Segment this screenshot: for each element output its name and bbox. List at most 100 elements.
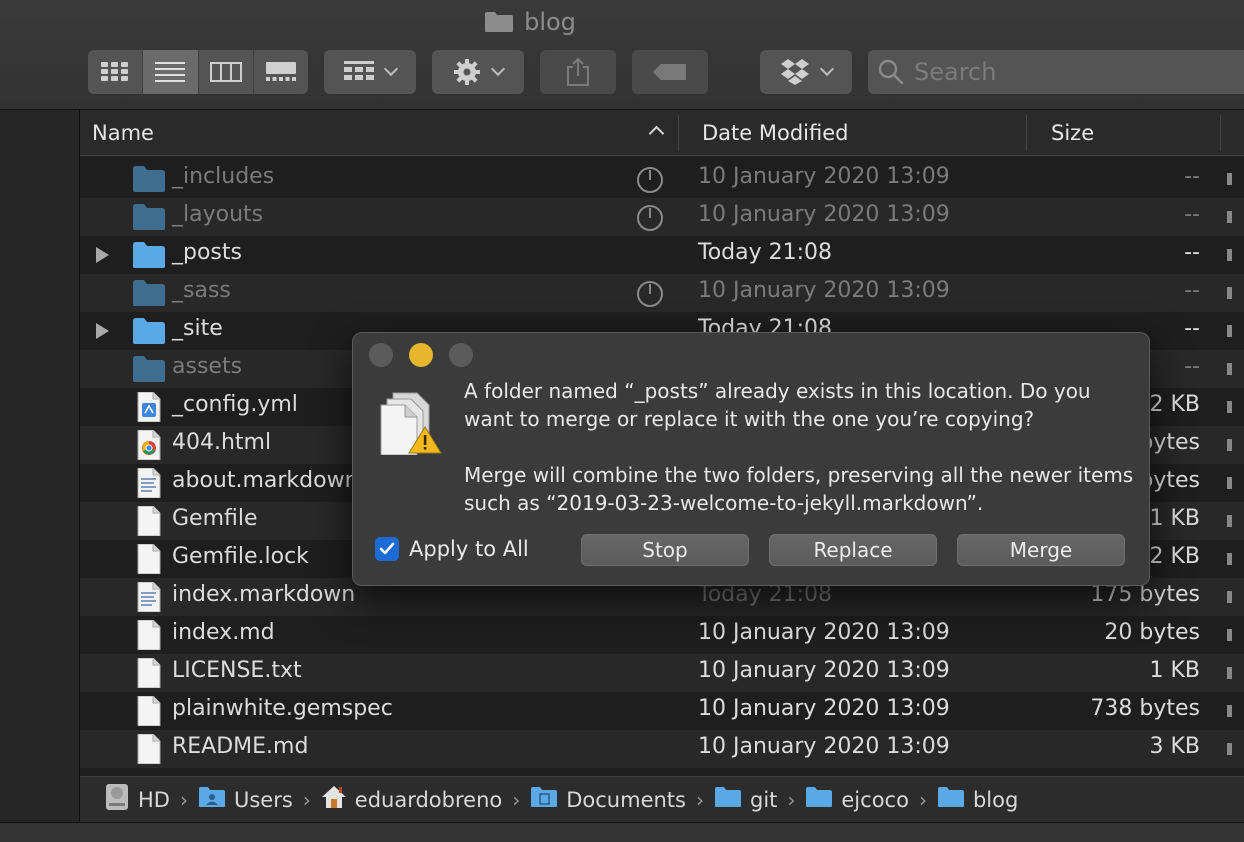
file-size: 738 bytes — [1090, 696, 1200, 721]
home-icon — [321, 784, 347, 815]
file-size: 1 KB — [1149, 506, 1200, 531]
share-button[interactable] — [540, 50, 616, 94]
merge-button[interactable]: Merge — [957, 534, 1125, 566]
file-name: _posts — [172, 240, 242, 265]
file-row[interactable]: index.md 10 January 2020 13:09 20 bytes — [80, 616, 1244, 654]
close-window-button[interactable] — [369, 343, 393, 367]
grid-icon — [101, 62, 129, 81]
toolbar: blog — [0, 0, 1244, 110]
next-column-edge — [1227, 325, 1232, 337]
replace-button[interactable]: Replace — [769, 534, 937, 566]
tag-icon — [653, 64, 686, 80]
disclosure-triangle-icon[interactable] — [96, 247, 109, 263]
path-crumb-label: Users — [233, 787, 293, 812]
path-separator-icon: › — [512, 787, 521, 812]
folder-icon — [714, 785, 742, 814]
next-column-edge — [1227, 173, 1232, 185]
dialog-message: A folder named “_posts” already exists i… — [464, 377, 1134, 545]
size-column-label: Size — [1051, 121, 1095, 145]
folder-icon — [132, 354, 166, 384]
path-crumb[interactable]: eduardobreno — [321, 784, 502, 815]
folder-icon — [132, 164, 166, 194]
path-crumb[interactable]: Documents — [530, 785, 686, 814]
date-column-header[interactable]: Date Modified — [702, 110, 1022, 156]
next-column-edge — [1227, 629, 1232, 641]
group-by-button[interactable] — [324, 50, 416, 94]
chrome-html-icon — [132, 429, 166, 461]
apply-to-all-checkbox[interactable]: Apply to All — [375, 537, 529, 561]
file-row[interactable]: plainwhite.gemspec 10 January 2020 13:09 7… — [80, 692, 1244, 730]
path-separator-icon: › — [695, 787, 704, 812]
path-crumb[interactable]: blog — [937, 785, 1018, 814]
stop-button[interactable]: Stop — [581, 534, 749, 566]
size-column-header[interactable]: Size — [1051, 110, 1211, 156]
search-input[interactable] — [914, 58, 1214, 86]
disclosure-triangle-icon[interactable] — [96, 323, 109, 339]
gear-icon — [454, 59, 480, 85]
file-size: 2 KB — [1149, 544, 1200, 569]
list-icon — [155, 62, 186, 82]
file-name: _site — [172, 316, 223, 341]
file-row[interactable]: _posts Today 21:08 -- — [80, 236, 1244, 274]
next-column-edge — [1227, 705, 1232, 717]
column-divider[interactable] — [678, 115, 679, 151]
next-column-edge — [1227, 439, 1232, 451]
path-crumb[interactable]: Users — [198, 785, 293, 814]
path-separator-icon: › — [179, 787, 188, 812]
file-warning-icon — [380, 392, 442, 455]
path-separator-icon: › — [918, 787, 927, 812]
date-column-label: Date Modified — [702, 121, 849, 145]
path-crumb[interactable]: HD — [104, 783, 170, 816]
folder-icon — [132, 202, 166, 232]
list-view-button[interactable] — [143, 50, 199, 94]
folder-icon — [132, 316, 166, 346]
file-name: index.markdown — [172, 582, 356, 607]
next-column-edge — [1227, 667, 1232, 679]
zoom-window-button[interactable] — [449, 343, 473, 367]
dropbox-button[interactable] — [760, 50, 852, 94]
file-row[interactable]: README.md 10 January 2020 13:09 3 KB — [80, 730, 1244, 768]
folder-icon — [132, 240, 166, 270]
file-row[interactable]: _includes 10 January 2020 13:09 -- — [80, 160, 1244, 198]
path-crumb-label: git — [749, 787, 778, 812]
file-name: Gemfile — [172, 506, 258, 531]
users-folder-icon — [198, 785, 226, 814]
search-field[interactable] — [868, 50, 1244, 94]
next-column-edge — [1227, 211, 1232, 223]
gallery-view-button[interactable] — [254, 50, 308, 94]
column-divider[interactable] — [1220, 115, 1221, 151]
sidebar — [0, 110, 80, 822]
tags-button[interactable] — [632, 50, 708, 94]
action-menu-button[interactable] — [432, 50, 524, 94]
path-separator-icon: › — [302, 787, 311, 812]
file-name: plainwhite.gemspec — [172, 696, 393, 721]
file-size: 2 KB — [1149, 392, 1200, 417]
name-column-label: Name — [92, 121, 154, 145]
gallery-icon — [265, 62, 296, 81]
yml-file-icon — [132, 391, 166, 423]
path-crumb[interactable]: ejcoco — [805, 785, 909, 814]
file-name: _config.yml — [172, 392, 298, 417]
checkbox-checked-icon — [375, 537, 399, 561]
group-grid-icon — [344, 61, 374, 80]
minimize-window-button[interactable] — [409, 343, 433, 367]
file-date-modified: 10 January 2020 13:09 — [698, 620, 950, 645]
chevron-down-icon — [819, 61, 835, 77]
file-row[interactable]: LICENSE.txt 10 January 2020 13:09 1 KB — [80, 654, 1244, 692]
path-bar: HD › Users › eduardobreno › Documents › git › ejco… — [80, 776, 1244, 822]
document-icon — [132, 505, 166, 537]
file-size: 3 KB — [1149, 734, 1200, 759]
next-column-edge — [1227, 477, 1232, 489]
name-column-header[interactable]: Name — [92, 110, 672, 156]
column-divider[interactable] — [1026, 115, 1027, 151]
file-name: index.md — [172, 620, 275, 645]
dialog-message-text: A folder named “_posts” already exists i… — [464, 379, 1091, 431]
file-row[interactable]: _sass 10 January 2020 13:09 -- — [80, 274, 1244, 312]
file-name: _layouts — [172, 202, 264, 227]
file-name: about.markdown — [172, 468, 359, 493]
column-view-button[interactable] — [199, 50, 254, 94]
icon-view-button[interactable] — [88, 50, 144, 94]
file-row[interactable]: _layouts 10 January 2020 13:09 -- — [80, 198, 1244, 236]
path-crumb[interactable]: git — [714, 785, 777, 814]
file-name: _includes — [172, 164, 275, 189]
